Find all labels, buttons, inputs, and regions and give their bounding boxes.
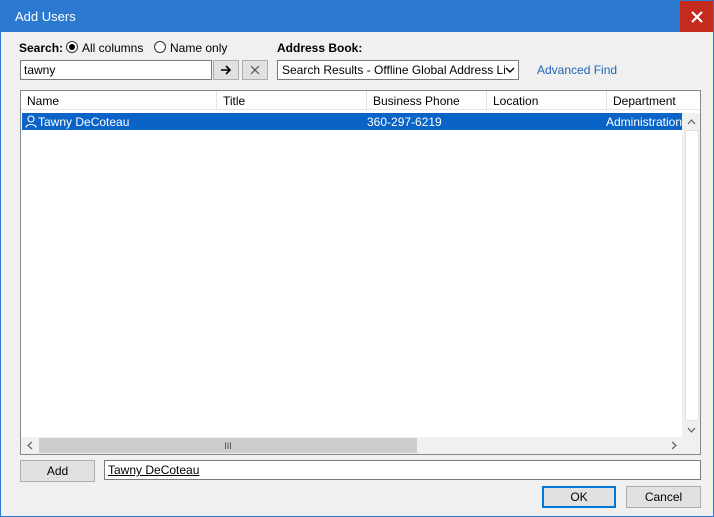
chevron-right-icon: [671, 441, 677, 450]
vertical-scrollbar[interactable]: [682, 113, 700, 438]
scrollbar-corner: [682, 437, 700, 454]
window-title: Add Users: [15, 9, 76, 24]
close-icon: [690, 10, 703, 23]
radio-name-only-label[interactable]: Name only: [170, 41, 227, 55]
column-header-location[interactable]: Location: [487, 91, 607, 110]
chevron-down-icon: [687, 427, 696, 433]
column-header-name[interactable]: Name: [21, 91, 217, 110]
address-book-selected: Search Results - Offline Global Address …: [282, 63, 516, 77]
cancel-button[interactable]: Cancel: [626, 486, 701, 508]
ok-button-label: OK: [570, 490, 588, 504]
chevron-down-icon: [505, 65, 515, 75]
chevron-left-icon: [26, 441, 32, 450]
address-book-dropdown[interactable]: Search Results - Offline Global Address …: [277, 60, 519, 80]
radio-all-columns-label[interactable]: All columns: [82, 41, 143, 55]
advanced-find-link[interactable]: Advanced Find: [537, 63, 617, 77]
scroll-right-arrow[interactable]: [665, 437, 682, 454]
cell-name: Tawny DeCoteau: [38, 115, 130, 129]
column-header-business-phone[interactable]: Business Phone: [367, 91, 487, 110]
horizontal-scrollbar[interactable]: III: [21, 437, 682, 454]
vertical-scroll-track[interactable]: [685, 130, 699, 421]
cell-business-phone: 360-297-6219: [367, 115, 442, 129]
add-button[interactable]: Add: [20, 460, 95, 482]
go-button[interactable]: [213, 60, 239, 80]
column-header-department[interactable]: Department: [607, 91, 700, 110]
radio-name-only[interactable]: [154, 41, 166, 53]
scroll-left-arrow[interactable]: [21, 437, 38, 454]
added-user-entry[interactable]: Tawny DeCoteau: [108, 463, 199, 477]
search-input[interactable]: tawny: [20, 60, 212, 80]
cancel-button-label: Cancel: [644, 490, 683, 504]
list-header: Name Title Business Phone Location Depar…: [21, 91, 700, 110]
search-input-value: tawny: [24, 63, 56, 77]
x-clear-icon: [250, 65, 260, 75]
add-users-dialog: Add Users Search: All columns Name only …: [0, 0, 714, 517]
added-users-field[interactable]: Tawny DeCoteau: [104, 460, 701, 480]
user-icon: [25, 115, 37, 128]
results-list[interactable]: Name Title Business Phone Location Depar…: [20, 90, 701, 455]
scroll-down-arrow[interactable]: [683, 421, 700, 438]
ok-button[interactable]: OK: [542, 486, 616, 508]
add-button-label: Add: [46, 464, 69, 478]
title-bar[interactable]: Add Users: [1, 1, 713, 32]
cell-department: Administration: [606, 115, 683, 129]
address-book-label: Address Book:: [277, 41, 363, 55]
arrow-right-icon: [221, 65, 232, 75]
chevron-up-icon: [687, 118, 696, 124]
search-label: Search:: [19, 41, 64, 55]
scroll-thumb-grip: III: [224, 440, 232, 451]
radio-all-columns[interactable]: [66, 41, 78, 53]
scroll-up-arrow[interactable]: [683, 113, 700, 130]
clear-search-button[interactable]: [242, 60, 268, 80]
close-button[interactable]: [680, 1, 713, 32]
table-row[interactable]: Tawny DeCoteau 360-297-6219 Administrati…: [22, 113, 682, 130]
horizontal-scroll-thumb[interactable]: III: [39, 438, 417, 453]
column-header-title[interactable]: Title: [217, 91, 367, 110]
